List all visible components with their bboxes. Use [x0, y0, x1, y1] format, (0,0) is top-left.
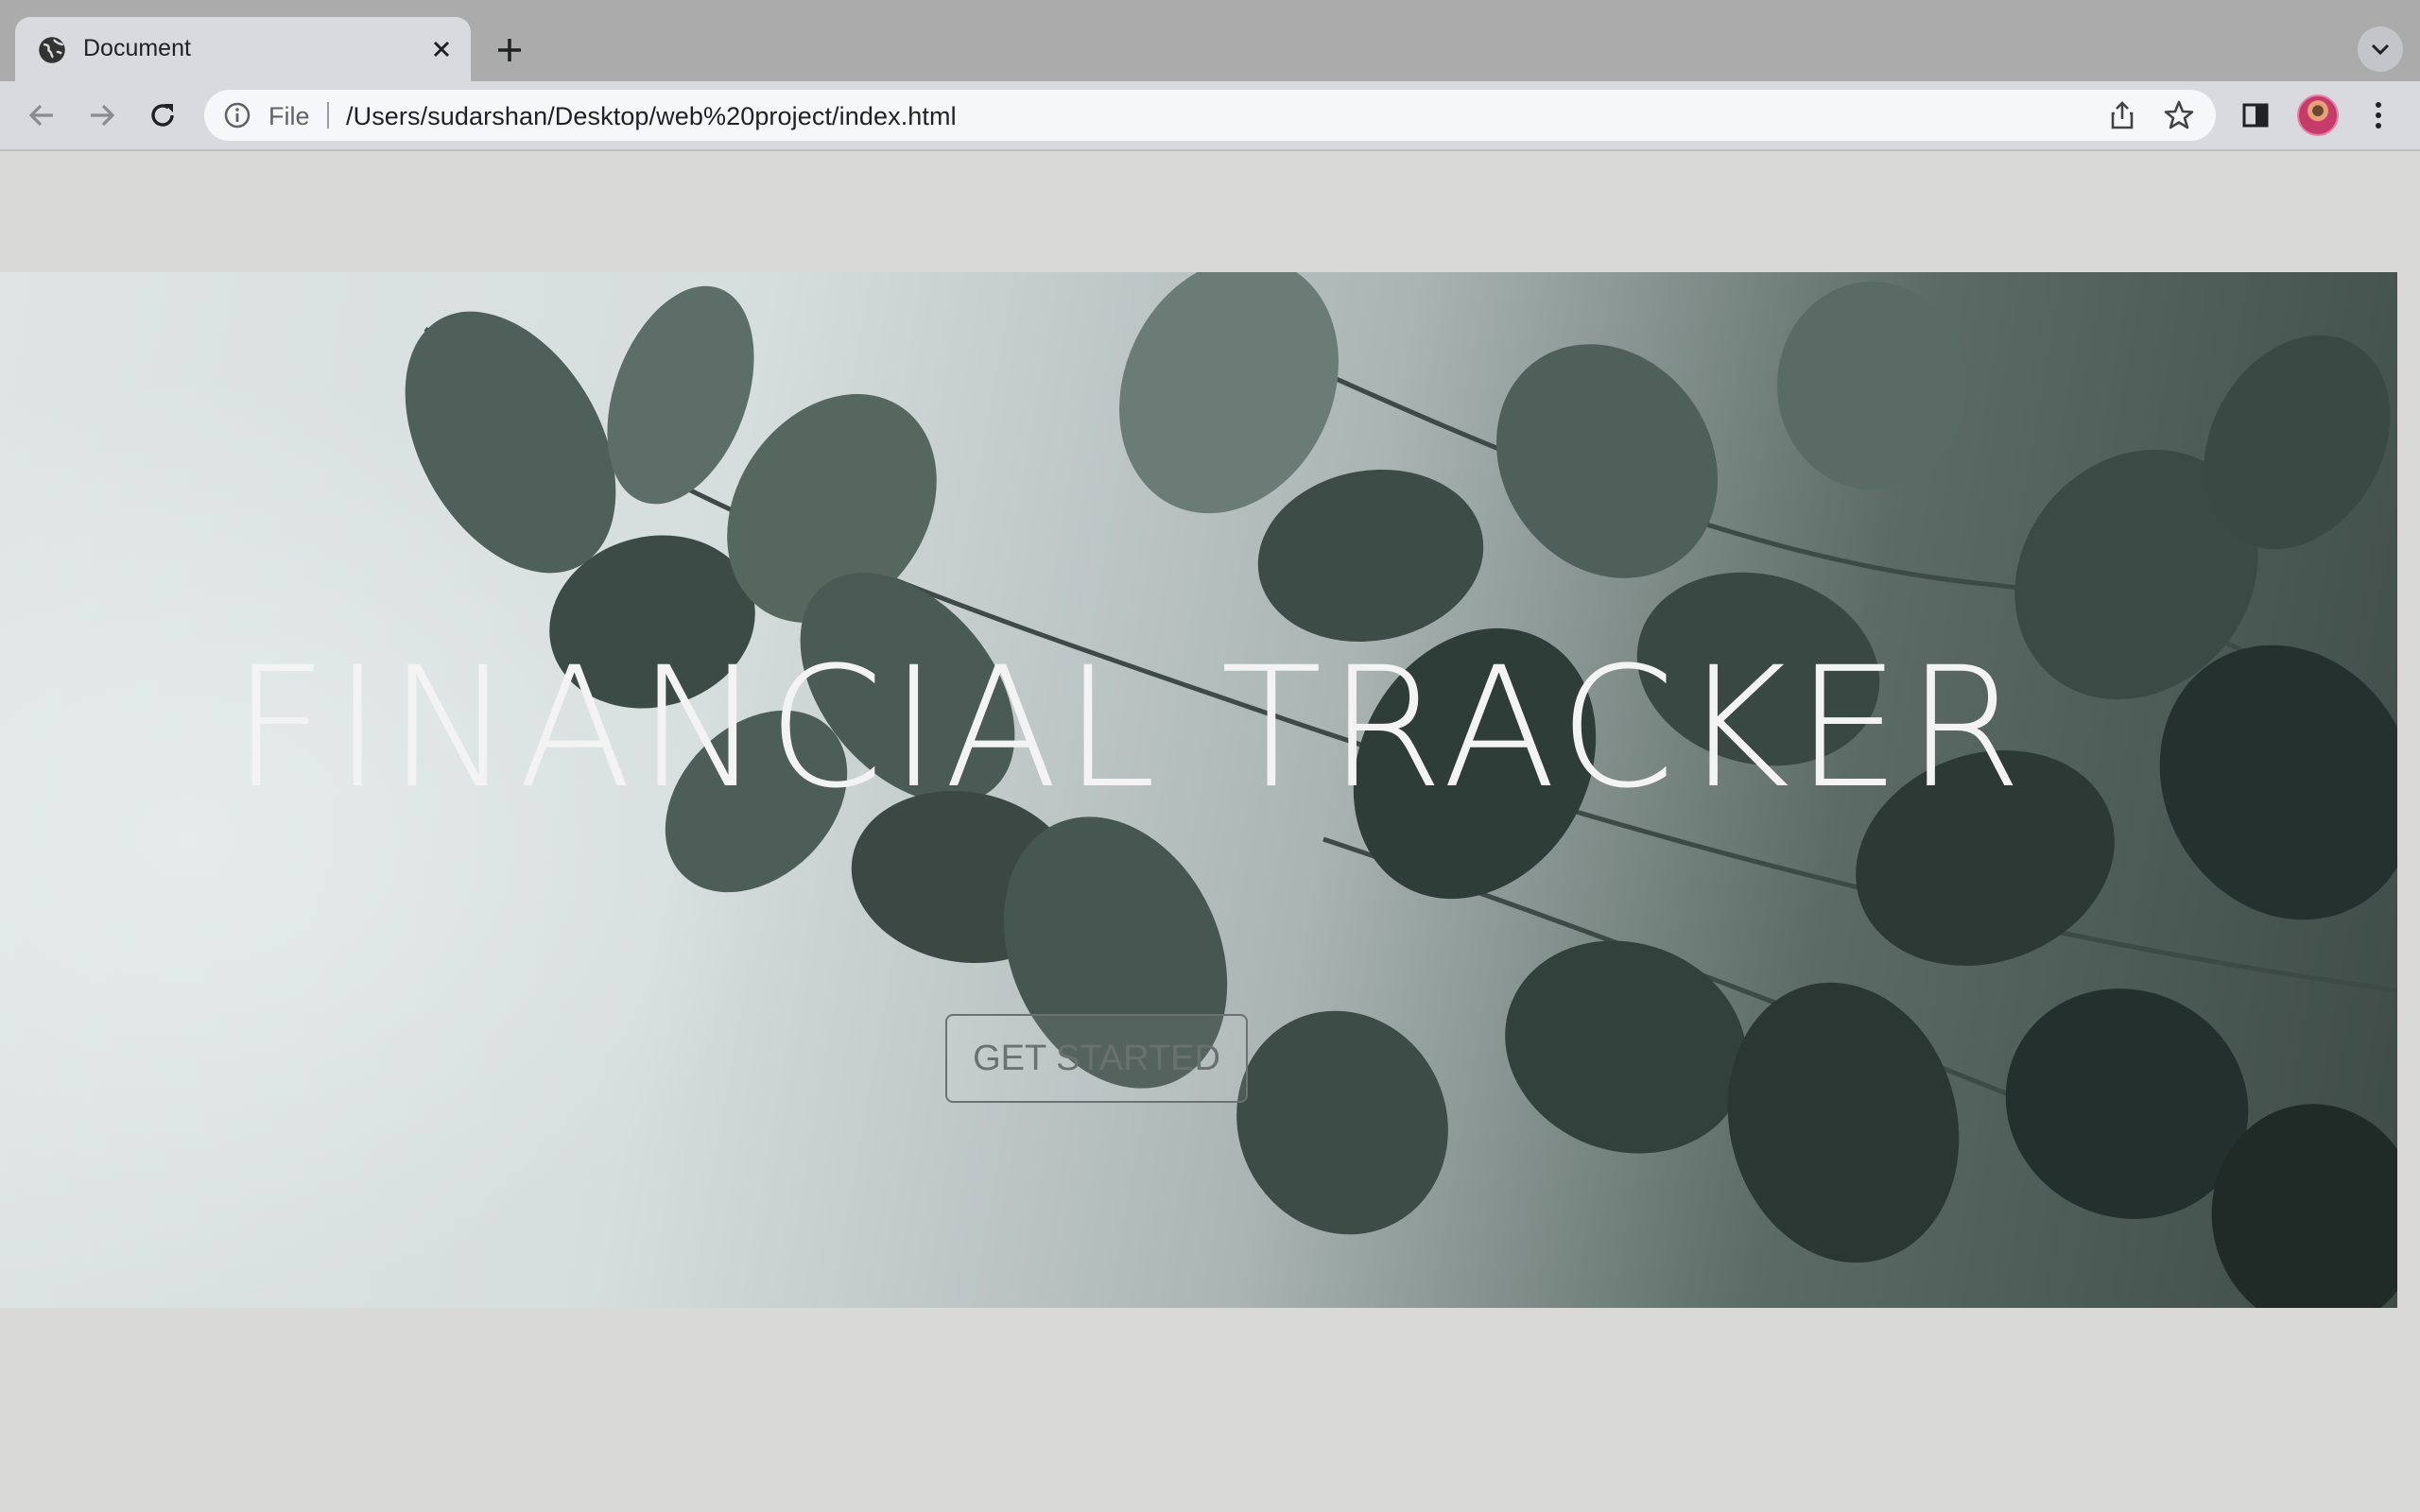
tab-title: Document: [83, 35, 191, 61]
omnibox-divider: [327, 102, 329, 129]
url-scheme-label: File: [268, 102, 310, 130]
browser-toolbar: File /Users/sudarshan/Desktop/web%20proj…: [0, 81, 2420, 151]
side-panel-icon[interactable]: [2233, 93, 2278, 138]
url-text[interactable]: /Users/sudarshan/Desktop/web%20project/i…: [346, 102, 957, 131]
kebab-menu-icon[interactable]: [2356, 93, 2401, 138]
plus-icon[interactable]: [488, 28, 531, 72]
chevron-down-icon[interactable]: [2358, 26, 2403, 72]
get-started-button[interactable]: GET STARTED: [945, 1014, 1248, 1103]
close-icon[interactable]: [425, 33, 458, 65]
share-icon[interactable]: [2106, 99, 2138, 131]
forward-arrow-icon[interactable]: [79, 93, 125, 138]
tab-strip: Document: [0, 0, 2420, 81]
hero-section: FINANCIAL TRACKER GET STARTED: [0, 272, 2397, 1308]
star-icon[interactable]: [2163, 99, 2195, 131]
hero-title: FINANCIAL TRACKER: [232, 631, 2028, 825]
browser-tab[interactable]: Document: [15, 17, 471, 81]
info-icon[interactable]: [223, 101, 251, 129]
reload-icon[interactable]: [140, 93, 185, 138]
globe-icon: [39, 37, 65, 63]
profile-avatar[interactable]: [2297, 94, 2339, 136]
address-bar[interactable]: File /Users/sudarshan/Desktop/web%20proj…: [204, 90, 2216, 141]
back-arrow-icon[interactable]: [19, 93, 64, 138]
